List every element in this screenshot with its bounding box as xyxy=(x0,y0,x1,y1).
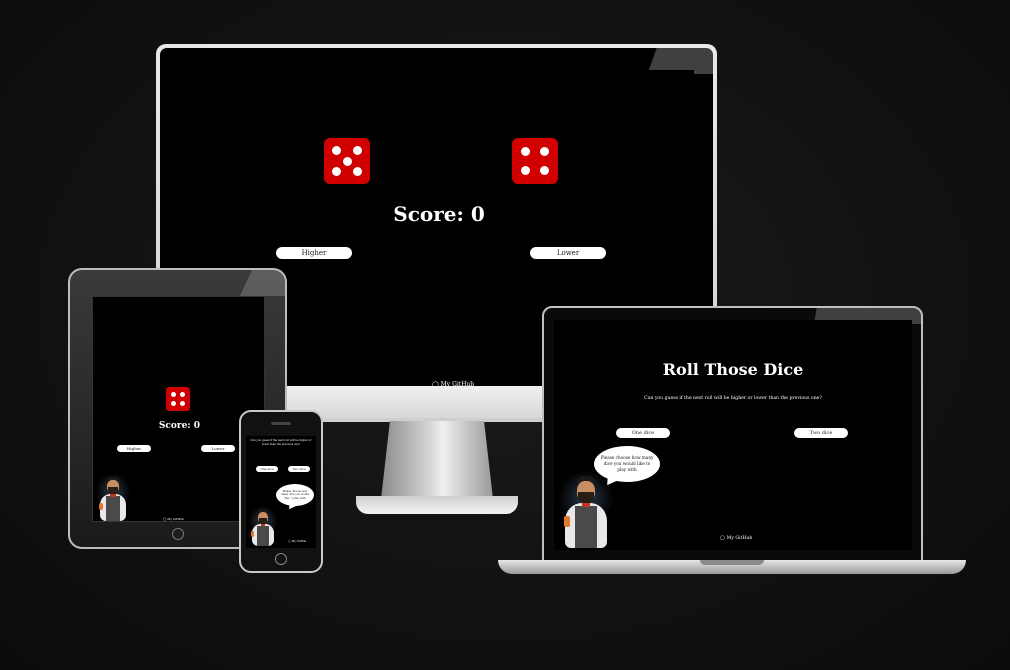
one-dice-button[interactable]: One dice xyxy=(616,428,670,438)
monitor-stand xyxy=(381,421,493,499)
die-pip xyxy=(540,147,549,156)
github-link[interactable]: ◯ My GitHub xyxy=(163,517,184,521)
github-link-label: My GitHub xyxy=(291,540,307,543)
laptop-mockup: Roll Those Dice Can you guess if the nex… xyxy=(542,306,923,562)
laptop-game-screen: Roll Those Dice Can you guess if the nex… xyxy=(554,320,912,550)
laptop-notch xyxy=(700,560,764,565)
two-dice-button[interactable]: Two dice xyxy=(288,466,310,472)
github-icon: ◯ xyxy=(720,536,726,541)
two-dice-button[interactable]: Two dice xyxy=(794,428,848,438)
host-character-image xyxy=(248,506,278,546)
one-dice-button[interactable]: One dice xyxy=(256,466,278,472)
die-pip xyxy=(171,392,176,397)
die-pip xyxy=(353,167,362,176)
phone-speaker xyxy=(271,422,291,425)
die-pip xyxy=(332,167,341,176)
die-pip xyxy=(171,401,176,406)
higher-button[interactable]: Higher xyxy=(276,247,352,259)
github-link-label: My GitHub xyxy=(167,517,185,521)
die-icon xyxy=(324,138,370,184)
github-icon: ◯ xyxy=(163,517,167,521)
die-pip xyxy=(521,147,530,156)
tablet-glare xyxy=(215,270,285,296)
github-link-label: My GitHub xyxy=(726,536,753,541)
phone-mockup: Can you guess if the next roll will be h… xyxy=(239,410,323,573)
die-pip xyxy=(521,166,530,175)
lower-button[interactable]: Lower xyxy=(530,247,606,259)
game-question: Can you guess if the next roll will be h… xyxy=(644,396,822,401)
die-pip xyxy=(342,156,352,166)
github-icon: ◯ xyxy=(288,540,291,543)
phone-home-button xyxy=(275,553,287,565)
die-icon xyxy=(512,138,558,184)
die-pip xyxy=(180,392,185,397)
lower-button[interactable]: Lower xyxy=(201,445,235,452)
die-pip xyxy=(540,166,549,175)
higher-button[interactable]: Higher xyxy=(117,445,151,452)
score-display: Score: 0 xyxy=(393,202,485,226)
monitor-stand-base xyxy=(356,496,518,514)
die-pip xyxy=(332,146,341,155)
github-link[interactable]: ◯ My GitHub xyxy=(720,536,752,541)
die-icon xyxy=(166,387,190,411)
host-character-image xyxy=(558,470,614,548)
game-question: Can you guess if the next roll will be h… xyxy=(250,439,312,446)
phone-game-screen: Can you guess if the next roll will be h… xyxy=(246,436,316,548)
die-pip xyxy=(353,146,362,155)
github-link[interactable]: ◯ My GitHub xyxy=(288,540,306,543)
speech-bubble: Please choose how many dice you would li… xyxy=(276,484,314,506)
host-character-image xyxy=(95,473,131,521)
die-pip xyxy=(180,401,185,406)
tablet-home-button xyxy=(172,528,184,540)
game-title: Roll Those Dice xyxy=(662,360,804,379)
